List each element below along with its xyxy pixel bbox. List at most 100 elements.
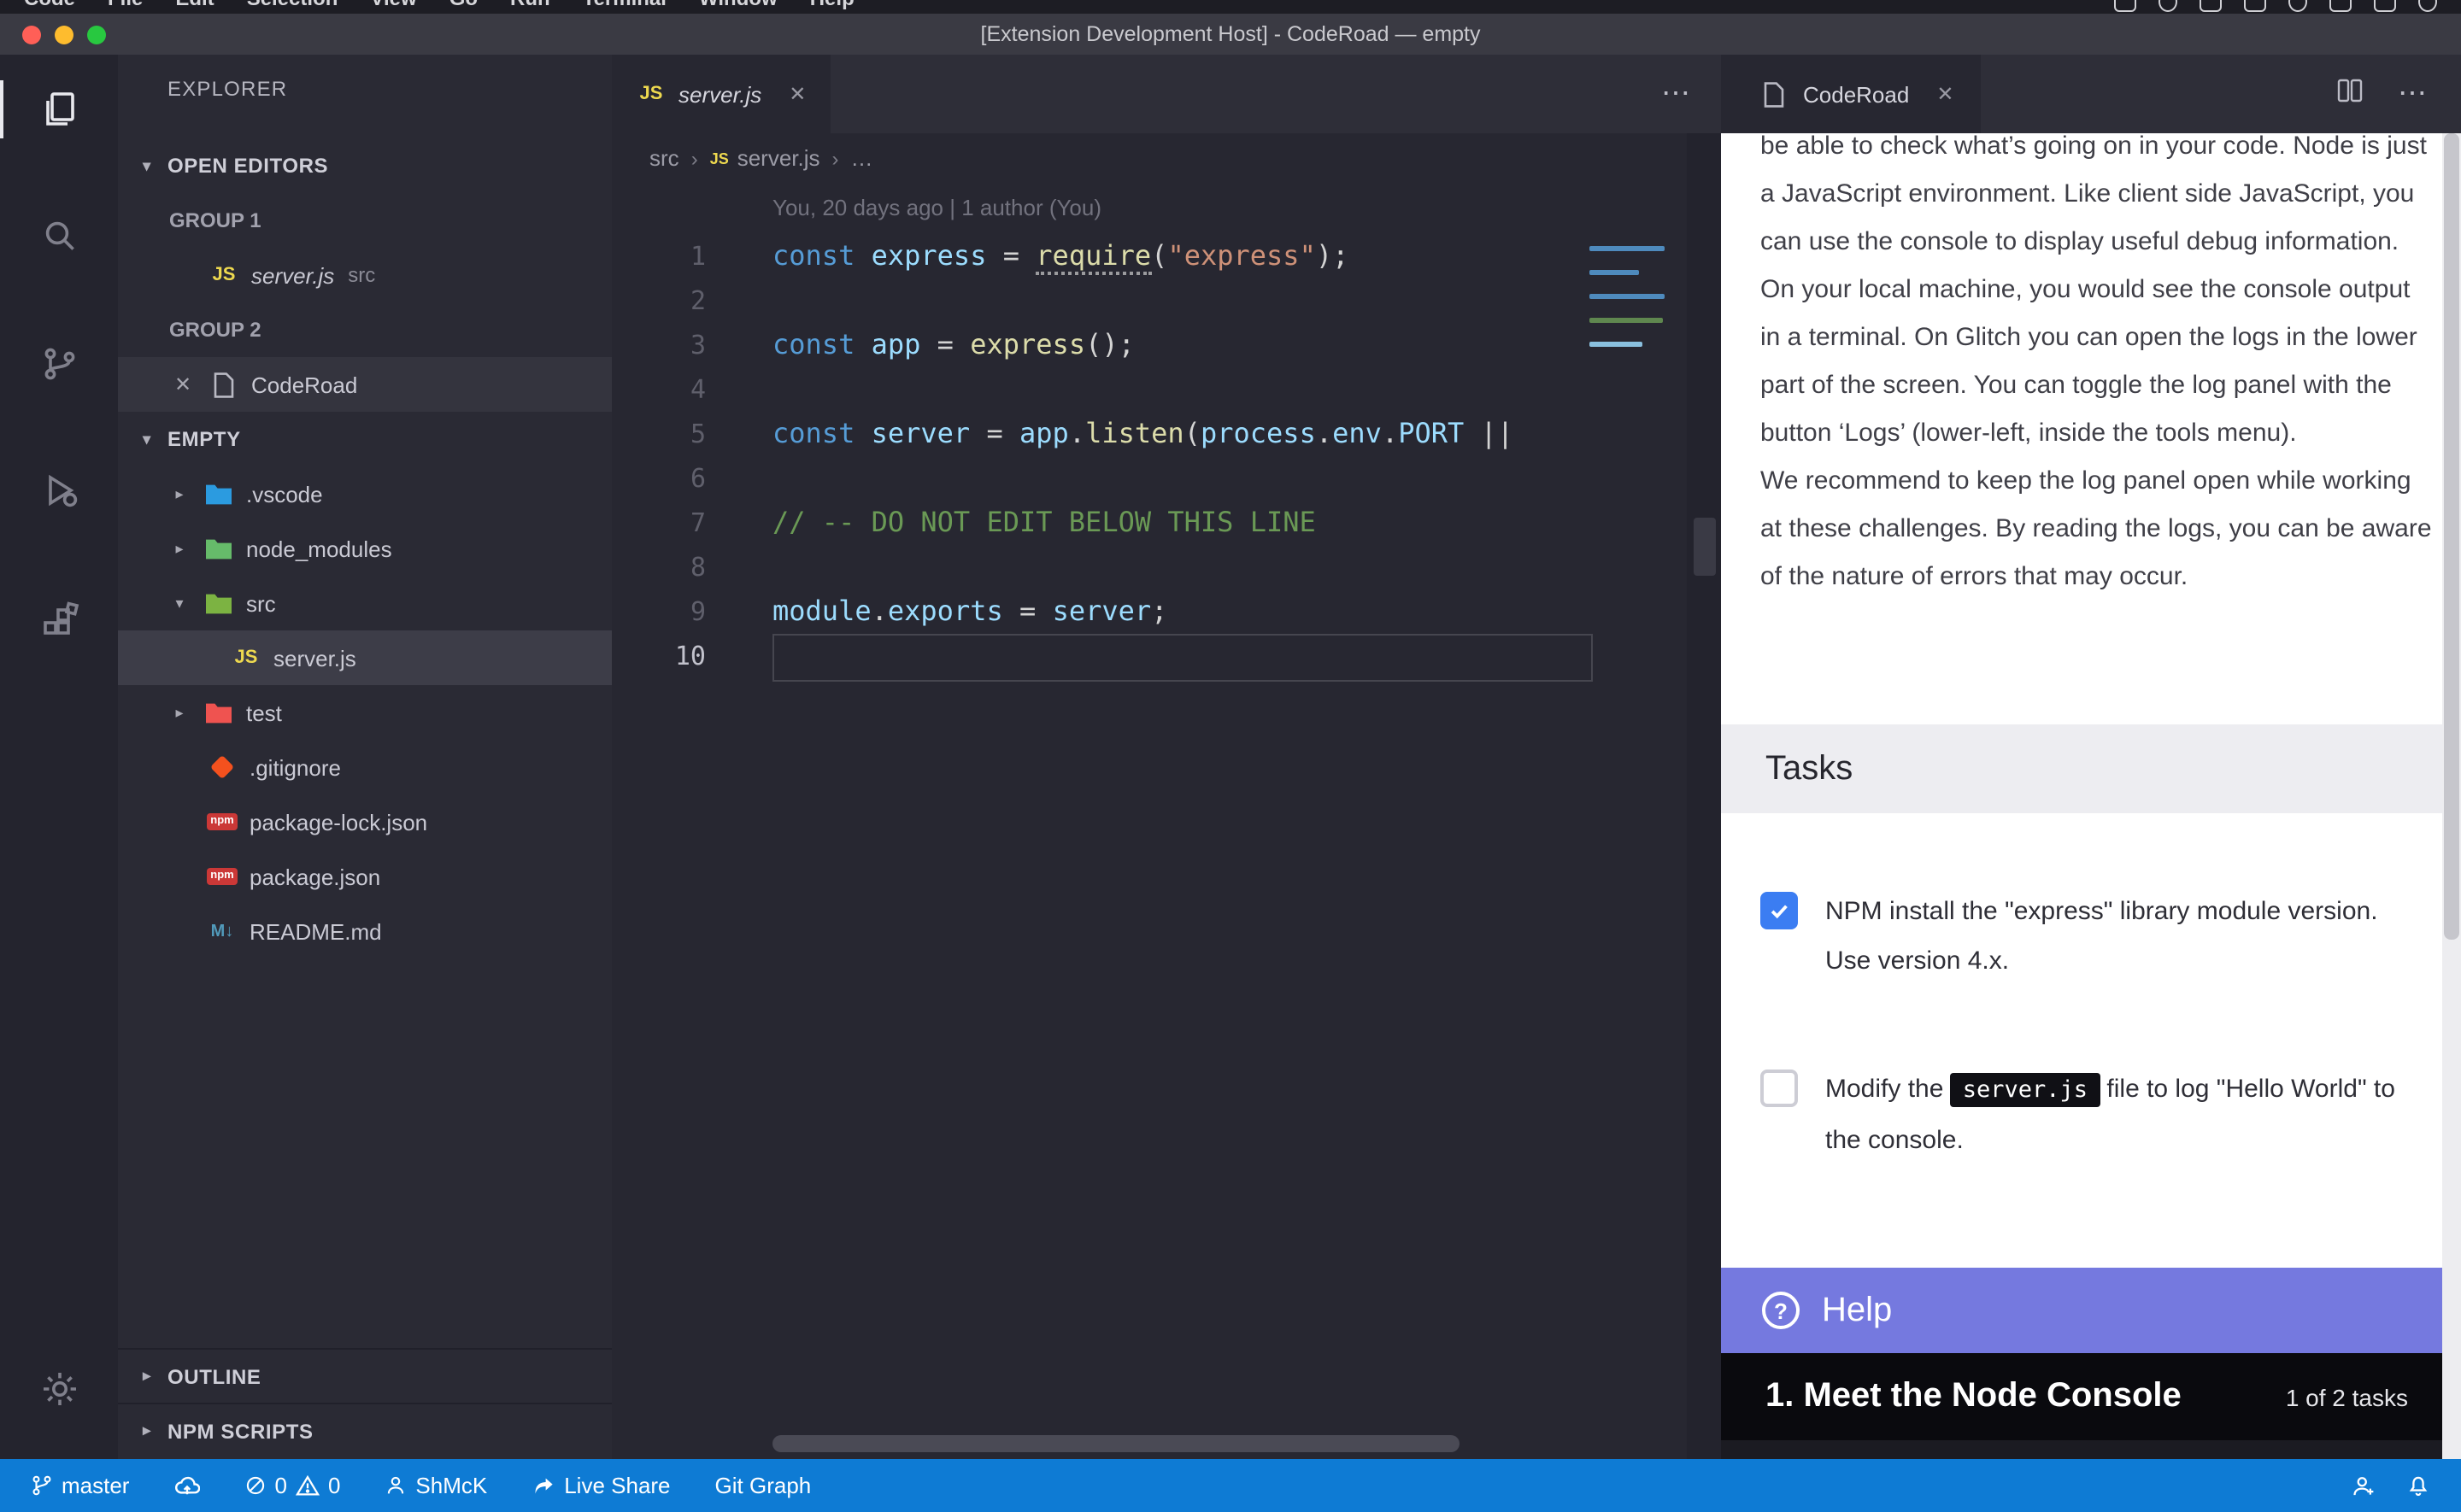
tree-item-server.js[interactable]: JSserver.js [118,630,612,685]
close-tab-icon[interactable]: ✕ [789,82,806,106]
git-branch-indicator[interactable]: master [31,1473,129,1498]
tree-item-src[interactable]: ▾src [118,576,612,630]
code-line-1[interactable]: 1const express = require("express"); [612,234,1721,278]
scrollbar-thumb[interactable] [2444,133,2459,940]
menu-file[interactable]: File [108,0,143,12]
npm-scripts-section-header[interactable]: ▸ NPM SCRIPTS [118,1403,612,1457]
open-editors-group-1[interactable]: GROUP 1 [118,193,612,248]
open-editor-server.js[interactable]: JSserver.jssrc [118,248,612,302]
open-editors-group-2[interactable]: GROUP 2 [118,302,612,357]
minimize-window-button[interactable] [55,25,73,44]
menu-go[interactable]: Go [449,0,478,12]
tree-item-package-lock.json[interactable]: npmpackage-lock.json [118,794,612,849]
menu-selection[interactable]: Selection [247,0,338,12]
open-editors-list: GROUP 1JSserver.jssrcGROUP 2✕CodeRoad [118,193,612,412]
tree-item-package.json[interactable]: npmpackage.json [118,849,612,904]
menu-help[interactable]: Help [810,0,855,12]
menu-status-icon[interactable] [2159,0,2177,12]
task-progress: 1 of 2 tasks [2286,1383,2408,1410]
menu-status-icon[interactable] [2418,0,2437,12]
tree-item-node_modules[interactable]: ▸node_modules [118,521,612,576]
gitlens-blame-annotation[interactable]: You, 20 days ago | 1 author (You) [772,183,1721,234]
close-window-button[interactable] [22,25,41,44]
close-tab-icon[interactable]: ✕ [1936,82,1953,106]
chevron-down-icon: ▾ [138,156,156,175]
task-1-checkbox[interactable] [1760,892,1798,929]
extensions-icon[interactable] [0,581,118,663]
code-line-9[interactable]: 9module.exports = server; [612,589,1721,634]
task-2-checkbox[interactable] [1760,1070,1798,1107]
menu-status-icon[interactable] [2329,0,2352,12]
workspace-section-header[interactable]: ▾ EMPTY [118,412,612,466]
folder-src-icon [203,589,234,617]
code-line-6[interactable]: 6 [612,456,1721,501]
explorer-icon[interactable] [0,68,118,150]
menu-status-icon[interactable] [2374,0,2396,12]
code-line-4[interactable]: 4 [612,367,1721,412]
code-editor[interactable]: You, 20 days ago | 1 author (You) 1const… [612,183,1721,1459]
menu-view[interactable]: View [370,0,416,12]
menu-run[interactable]: Run [510,0,550,12]
outline-section-header[interactable]: ▸ OUTLINE [118,1348,612,1403]
lesson-footer: 1. Meet the Node Console 1 of 2 tasks [1721,1353,2442,1440]
close-editor-icon[interactable]: ✕ [171,372,195,396]
coderoad-panel: CodeRoad ✕ ⋯ be able to check what’s goi… [1721,55,2461,1459]
more-actions-icon[interactable]: ⋯ [1661,55,1694,133]
breadcrumb[interactable]: src › JS server.js › … [612,133,1721,183]
publish-changes-icon[interactable] [173,1474,199,1497]
tree-item-.gitignore[interactable]: .gitignore [118,740,612,794]
live-share-button[interactable]: Live Share [532,1473,670,1498]
live-share-user[interactable]: ShMcK [385,1473,487,1498]
tab-server-js[interactable]: JS server.js ✕ [612,55,830,133]
horizontal-scrollbar[interactable] [772,1435,1460,1452]
tree-item-test[interactable]: ▸test [118,685,612,740]
menu-status-icon[interactable] [2200,0,2222,12]
chevron-down-icon: ▾ [138,430,156,448]
code-line-5[interactable]: 5const server = app.listen(process.env.P… [612,412,1721,456]
code-line-2[interactable]: 2 [612,278,1721,323]
code-line-3[interactable]: 3const app = express(); [612,323,1721,367]
js-icon: JS [231,644,261,671]
split-editor-icon[interactable] [2336,76,2364,112]
zoom-window-button[interactable] [87,25,106,44]
search-icon[interactable] [0,195,118,277]
task-1-text: NPM install the "express" library module… [1825,887,2399,986]
scrollbar-thumb[interactable] [1694,518,1716,576]
folder-node-icon [203,535,234,562]
chevron-right-icon: › [832,146,839,170]
menu-status-icon[interactable] [2114,0,2136,12]
source-control-icon[interactable] [0,323,118,405]
menu-window[interactable]: Window [699,0,778,12]
problems-indicator[interactable]: 0 0 [244,1473,340,1498]
lesson-text: be able to check what’s going on in your… [1760,133,2437,601]
menu-terminal[interactable]: Terminal [583,0,667,12]
minimap[interactable] [1589,246,1668,366]
md-icon: M↓ [207,917,238,945]
settings-gear-icon[interactable] [0,1348,118,1430]
menu-code[interactable]: Code [24,0,75,12]
menu-status-icon[interactable] [2288,0,2307,12]
chevron-right-icon: ▸ [167,484,191,503]
chevron-right-icon: ▸ [138,1367,156,1386]
notifications-bell-icon[interactable] [2406,1474,2430,1497]
menu-status-icon[interactable] [2244,0,2266,12]
code-line-10[interactable]: 10 [612,634,1721,678]
js-icon: JS [710,144,729,172]
tab-coderoad[interactable]: CodeRoad ✕ [1721,55,1981,133]
menu-edit[interactable]: Edit [175,0,214,12]
vertical-scrollbar[interactable] [1687,133,1721,1459]
code-line-8[interactable]: 8 [612,545,1721,589]
open-editor-CodeRoad[interactable]: ✕CodeRoad [118,357,612,412]
tree-item-.vscode[interactable]: ▸.vscode [118,466,612,521]
task-2-text: Modify the server.js file to log "Hello … [1825,1064,2399,1165]
run-and-debug-icon[interactable] [0,449,118,531]
more-actions-icon[interactable]: ⋯ [2398,77,2430,111]
tree-item-README.md[interactable]: M↓README.md [118,904,612,958]
panel-scrollbar[interactable] [2442,133,2461,1459]
accounts-icon[interactable] [2352,1474,2376,1497]
git-graph-button[interactable]: Git Graph [715,1473,812,1498]
help-bar[interactable]: ? Help [1721,1268,2442,1353]
code-line-7[interactable]: 7// -- DO NOT EDIT BELOW THIS LINE [612,501,1721,545]
open-editors-section-header[interactable]: ▾ OPEN EDITORS [118,138,612,193]
vscode-window: Code File Edit Selection View Go Run Terminal Wi… [0,0,2461,1512]
